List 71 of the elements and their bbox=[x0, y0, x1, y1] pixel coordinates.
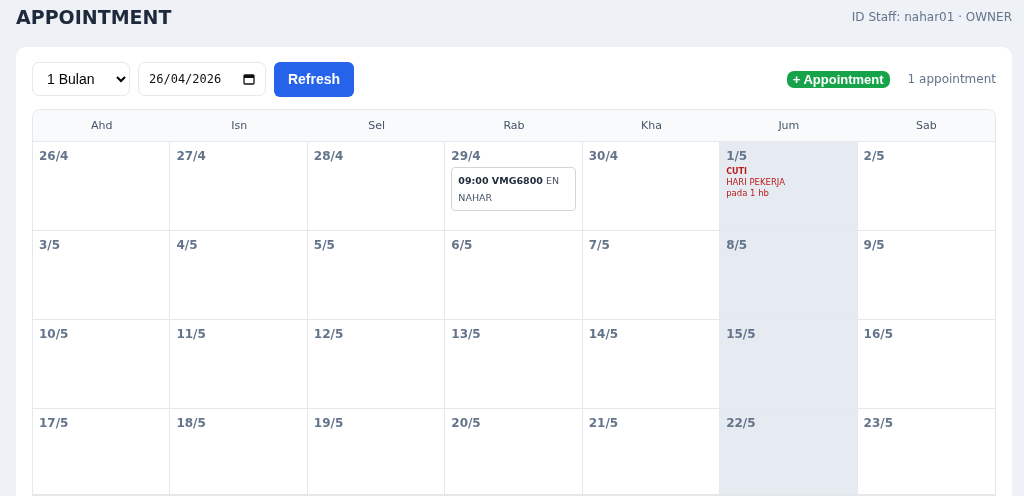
add-appointment-button[interactable]: + Appointment bbox=[786, 70, 890, 88]
day-number: 3/5 bbox=[39, 238, 62, 252]
day-cell[interactable]: 15/5 bbox=[720, 320, 858, 409]
day-number: 22/5 bbox=[726, 416, 757, 430]
day-cell[interactable]: 28/4 bbox=[307, 142, 446, 231]
day-number: 7/5 bbox=[588, 238, 611, 252]
day-number: 16/5 bbox=[863, 327, 894, 341]
day-cell[interactable]: 21/5 bbox=[582, 409, 721, 495]
day-cell[interactable]: 29/4 09:00 VMG6800 EN NAHAR bbox=[445, 142, 583, 231]
day-cell[interactable]: 30/4 bbox=[582, 142, 721, 231]
day-cell[interactable]: 7/5 bbox=[582, 231, 721, 320]
weekday-header: Rab bbox=[445, 110, 583, 142]
day-number: 11/5 bbox=[176, 327, 207, 341]
day-number: 17/5 bbox=[39, 416, 70, 430]
day-number: 9/5 bbox=[863, 238, 886, 252]
weekday-header: Sel bbox=[307, 110, 446, 142]
day-cell[interactable]: 10/5 bbox=[33, 320, 171, 409]
page-title: APPOINTMENT bbox=[16, 6, 172, 28]
weekday-header: Kha bbox=[582, 110, 721, 142]
leave-note: pada 1 hb bbox=[726, 188, 770, 199]
weekday-header: Ahd bbox=[33, 110, 171, 142]
weekday-header: Isn bbox=[170, 110, 308, 142]
day-cell[interactable]: 1/5 CUTI HARI PEKERJA pada 1 hb bbox=[720, 142, 858, 231]
appointment-count: 1 appointment bbox=[907, 72, 996, 86]
leave-note: HARI PEKERJA bbox=[726, 177, 786, 188]
day-cell[interactable]: 13/5 bbox=[445, 320, 583, 409]
day-cell[interactable]: 6/5 bbox=[445, 231, 583, 320]
day-cell[interactable]: 20/5 bbox=[445, 409, 583, 495]
weekday-header: Jum bbox=[720, 110, 858, 142]
day-cell[interactable]: 11/5 bbox=[170, 320, 308, 409]
day-number: 12/5 bbox=[313, 327, 345, 341]
day-cell[interactable]: 14/5 bbox=[582, 320, 721, 409]
day-number: 29/4 bbox=[451, 149, 482, 163]
day-number: 23/5 bbox=[863, 416, 894, 430]
weekday-header: Sab bbox=[857, 110, 995, 142]
day-number: 1/5 bbox=[726, 149, 749, 163]
day-cell[interactable]: 26/4 bbox=[33, 142, 171, 231]
day-number: 26/4 bbox=[39, 149, 70, 163]
day-cell[interactable]: 27/4 bbox=[170, 142, 308, 231]
day-number: 6/5 bbox=[451, 238, 474, 252]
day-number: 15/5 bbox=[726, 327, 757, 341]
day-cell[interactable]: 5/5 bbox=[307, 231, 446, 320]
day-number: 28/4 bbox=[313, 149, 345, 163]
day-number: 14/5 bbox=[588, 327, 620, 341]
day-number: 19/5 bbox=[313, 416, 345, 430]
day-number: 4/5 bbox=[176, 238, 199, 252]
day-number: 18/5 bbox=[176, 416, 207, 430]
day-number: 21/5 bbox=[588, 416, 620, 430]
day-cell[interactable]: 4/5 bbox=[170, 231, 308, 320]
day-cell[interactable]: 12/5 bbox=[307, 320, 446, 409]
refresh-button[interactable]: Refresh bbox=[274, 61, 354, 97]
day-cell[interactable]: 17/5 bbox=[33, 409, 171, 495]
day-number: 10/5 bbox=[39, 327, 70, 341]
day-number: 20/5 bbox=[451, 416, 482, 430]
leave-title: CUTI bbox=[726, 167, 748, 177]
range-select[interactable]: 1 Bulan bbox=[32, 62, 130, 96]
calendar-icon[interactable] bbox=[243, 73, 255, 85]
day-number: 13/5 bbox=[451, 327, 482, 341]
day-cell[interactable]: 19/5 bbox=[307, 409, 446, 495]
day-cell[interactable]: 8/5 bbox=[720, 231, 858, 320]
appointment-entry[interactable]: 09:00 VMG6800 EN NAHAR bbox=[451, 167, 576, 211]
date-field[interactable]: 26/04/2026 bbox=[138, 62, 266, 96]
day-number: 27/4 bbox=[176, 149, 207, 163]
day-number: 2/5 bbox=[863, 149, 886, 163]
staff-label: ID Staff: nahar01 · OWNER bbox=[851, 10, 1012, 24]
day-cell[interactable]: 22/5 bbox=[720, 409, 858, 495]
day-cell[interactable]: 18/5 bbox=[170, 409, 308, 495]
day-number: 5/5 bbox=[313, 238, 336, 252]
day-number: 30/4 bbox=[588, 149, 620, 163]
day-cell[interactable]: 3/5 bbox=[33, 231, 171, 320]
day-number: 8/5 bbox=[726, 238, 749, 252]
